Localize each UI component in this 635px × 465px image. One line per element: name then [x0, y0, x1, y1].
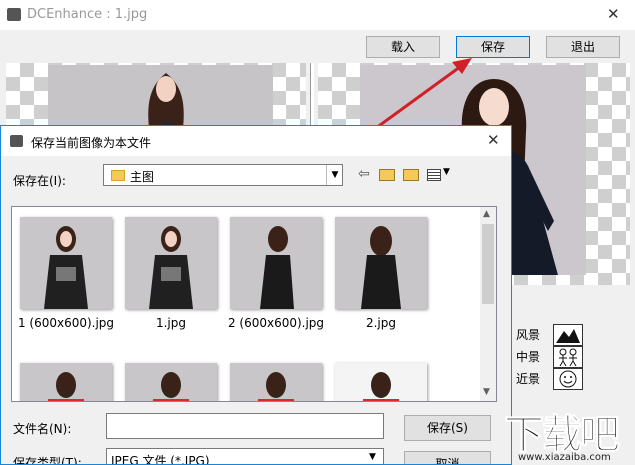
- landscape-icon[interactable]: [553, 324, 583, 346]
- dialog-app-icon: [10, 135, 23, 147]
- face-icon[interactable]: [553, 368, 583, 390]
- load-button[interactable]: 载入: [366, 36, 440, 58]
- save-button[interactable]: 保存: [456, 36, 530, 58]
- main-title: DCEnhance : 1.jpg: [27, 7, 148, 22]
- view-menu-chevron-icon[interactable]: ▼: [443, 167, 450, 177]
- filetype-label: 保存类型(T):: [13, 456, 82, 465]
- folder-icon: [111, 170, 125, 181]
- scroll-up-icon[interactable]: ▲: [483, 209, 490, 219]
- scroll-thumb[interactable]: [482, 224, 494, 304]
- dialog-title: 保存当前图像为本文件: [31, 136, 152, 150]
- save-in-label: 保存在(I):: [13, 174, 66, 188]
- file-list-scrollbar[interactable]: ▲ ▼: [480, 207, 496, 401]
- file-thumbnail: [335, 217, 427, 309]
- file-thumbnail: [230, 217, 322, 309]
- file-item[interactable]: [327, 355, 447, 401]
- dialog-titlebar: 保存当前图像为本文件 ✕: [1, 126, 511, 156]
- file-item[interactable]: [117, 355, 237, 401]
- file-item[interactable]: 2.jpg: [327, 207, 447, 337]
- file-thumbnail: [20, 217, 112, 309]
- exit-button[interactable]: 退出: [546, 36, 620, 58]
- file-item[interactable]: [222, 355, 342, 401]
- scene-mode-label: 风景: [516, 328, 541, 342]
- file-name: 1.jpg: [155, 316, 187, 330]
- file-thumbnail: [125, 217, 217, 309]
- file-name: 1 (600x600).jpg: [17, 316, 115, 330]
- site-watermark: 下载吧 www.xiazaiba.com: [498, 400, 635, 465]
- file-thumbnail: [230, 363, 322, 401]
- file-name: 2 (600x600).jpg: [227, 316, 325, 330]
- filename-label: 文件名(N):: [13, 422, 72, 436]
- dialog-cancel-button[interactable]: 取消: [404, 451, 491, 464]
- file-name: 2.jpg: [365, 316, 397, 330]
- dialog-save-button[interactable]: 保存(S): [404, 415, 491, 441]
- filename-input[interactable]: [106, 413, 384, 439]
- save-in-value: 主图: [130, 170, 155, 184]
- watermark-url: www.xiazaiba.com: [518, 452, 611, 463]
- back-arrow-icon[interactable]: ⇦: [358, 166, 370, 182]
- filetype-dropdown[interactable]: JPEG 文件 (*.JPG) ▼: [106, 448, 384, 465]
- save-in-dropdown[interactable]: 主图 ▼: [103, 164, 343, 186]
- file-thumbnail: [125, 363, 217, 401]
- new-folder-icon[interactable]: [403, 169, 419, 181]
- scene-mode-label: 近景: [516, 372, 541, 386]
- file-item[interactable]: [12, 355, 132, 401]
- people-icon[interactable]: [553, 346, 583, 368]
- main-titlebar: DCEnhance : 1.jpg ✕: [0, 0, 635, 30]
- up-folder-icon[interactable]: [379, 169, 395, 181]
- file-thumbnail: [335, 363, 427, 401]
- chevron-down-icon: ▼: [369, 452, 376, 462]
- dialog-close-button[interactable]: ✕: [487, 131, 500, 149]
- chevron-down-icon: ▼: [326, 165, 343, 185]
- main-close-button[interactable]: ✕: [607, 5, 620, 23]
- save-dialog: 保存当前图像为本文件 ✕ 保存在(I): 主图 ▼ ⇦ ▼ 1 (600x600…: [0, 125, 512, 465]
- file-list[interactable]: 1 (600x600).jpg 1.jpg 2 (600x600).jpg 2.…: [11, 206, 497, 402]
- filetype-value: JPEG 文件 (*.JPG): [111, 454, 210, 465]
- scene-mode-panel: 风景 中景 近景: [510, 318, 620, 393]
- app-icon: [7, 8, 21, 21]
- scroll-down-icon[interactable]: ▼: [483, 387, 490, 397]
- view-menu-icon[interactable]: [427, 169, 441, 181]
- file-thumbnail: [20, 363, 112, 401]
- scene-mode-label: 中景: [516, 350, 541, 364]
